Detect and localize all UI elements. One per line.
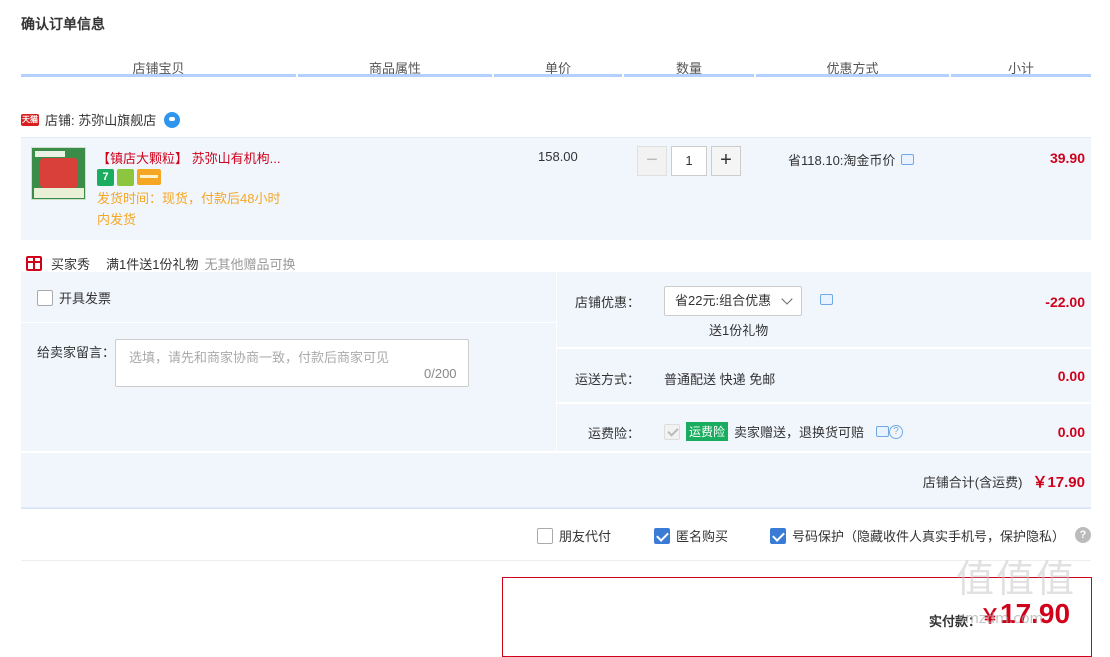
card-icon[interactable] [137,169,161,185]
friend-pay-label: 朋友代付 [559,529,612,544]
divider [556,347,1091,349]
shop-total: 店铺合计(含运费) ￥17.90 [923,471,1085,492]
insurance-amount: 0.00 [1057,424,1085,440]
number-protect-label: 号码保护（隐藏收件人真实手机号，保护隐私） [792,529,1066,544]
insurance-option: 运费险 卖家赠送，退换货可赔 ? [664,422,904,441]
insurance-label: 运费险： [587,426,640,441]
number-protect-checkbox[interactable] [770,527,786,544]
gift-row: 买家秀 满1件送1份礼物 无其他赠品可换 [26,254,296,273]
memo-char-count: 0/200 [424,366,457,381]
item-discount: 省118.10:淘金币价 [788,150,915,169]
insurance-checkbox [664,423,680,440]
shop-total-amount: ￥17.90 [1032,474,1085,491]
comment-icon[interactable] [876,426,890,437]
divider [556,402,1091,404]
divider [21,322,556,323]
watermark-logo: 值值值 [956,557,1077,601]
help-icon[interactable]: ? [1075,527,1091,543]
shop-discount-amount: -22.00 [1045,294,1085,310]
gift-label: 买家秀 [51,257,91,272]
shop-discount-gift: 送1份礼物 [709,323,769,338]
shield-icon[interactable] [117,169,134,186]
gift-rule: 满1件送1份礼物 [106,257,199,272]
item-discount-text: 省118.10:淘金币价 [788,153,896,168]
chevron-down-icon [781,293,793,305]
number-protect-option[interactable]: 号码保护（隐藏收件人真实手机号，保护隐私） [770,526,1065,545]
header-underline [494,74,622,77]
chat-seller-icon[interactable] [164,111,181,128]
item-subtotal: 39.90 [1049,150,1085,166]
product-title-link[interactable]: 【镇店大颗粒】 苏弥山有机枸... [97,148,280,167]
shipping-label: 运送方式： [574,372,640,387]
watermark-url: smzdm.com [958,611,1044,627]
unit-price: 158.00 [538,149,578,164]
ship-time-text: 发货时间：现货，付款后48小时内发货 [97,191,281,227]
memo-label: 给卖家留言： [37,345,116,360]
divider [21,508,1091,509]
shop-discount-select[interactable]: 省22元:组合优惠 [664,286,802,316]
shop-name-link[interactable]: 店铺: 苏弥山旗舰店 [45,110,156,129]
divider [21,560,1091,561]
invoice-label: 开具发票 [59,291,112,306]
invoice-checkbox[interactable] [37,289,53,306]
gift-icon [26,256,42,271]
comment-icon[interactable] [820,294,833,305]
header-underline [624,74,754,77]
seven-day-return-icon[interactable]: 7 [97,169,114,186]
page-title: 确认订单信息 [21,16,105,32]
question-icon[interactable]: ? [889,424,904,439]
increase-quantity-button[interactable]: + [711,146,741,176]
anonymous-option[interactable]: 匿名购买 [654,526,728,545]
product-thumbnail[interactable] [31,147,86,200]
gift-note: 无其他赠品可换 [204,257,296,272]
friend-pay-option[interactable]: 朋友代付 [537,526,611,545]
insurance-tag: 运费险 [686,422,729,441]
tmall-badge-icon: 天猫 [21,113,39,126]
friend-pay-checkbox[interactable] [537,527,553,544]
shop-total-label: 店铺合计(含运费) [922,475,1023,490]
quantity-stepper: − 1 + [637,146,741,176]
memo-placeholder: 选填，请先和商家协商一致，付款后商家可见 [129,350,390,365]
shipping-amount: 0.00 [1057,368,1085,384]
service-badges: 7 [97,169,161,186]
anonymous-label: 匿名购买 [676,529,729,544]
shop-discount-selected: 省22元:组合优惠 [675,293,772,308]
header-underline [21,74,296,77]
anonymous-checkbox[interactable] [654,527,670,544]
header-underline [756,74,949,77]
quantity-input[interactable]: 1 [671,146,707,176]
comment-icon[interactable] [901,154,915,165]
divider [21,451,1091,453]
header-underline [951,74,1091,77]
insurance-text: 卖家赠送，退换货可赔 [734,425,865,440]
decrease-quantity-button[interactable]: − [637,146,667,176]
header-underline [298,74,492,77]
shipping-method: 普通配送 快递 免邮 [664,372,776,387]
shop-discount-label: 店铺优惠： [574,295,640,310]
invoice-option[interactable]: 开具发票 [37,288,111,307]
shop-row: 天猫 店铺: 苏弥山旗舰店 [21,110,181,129]
